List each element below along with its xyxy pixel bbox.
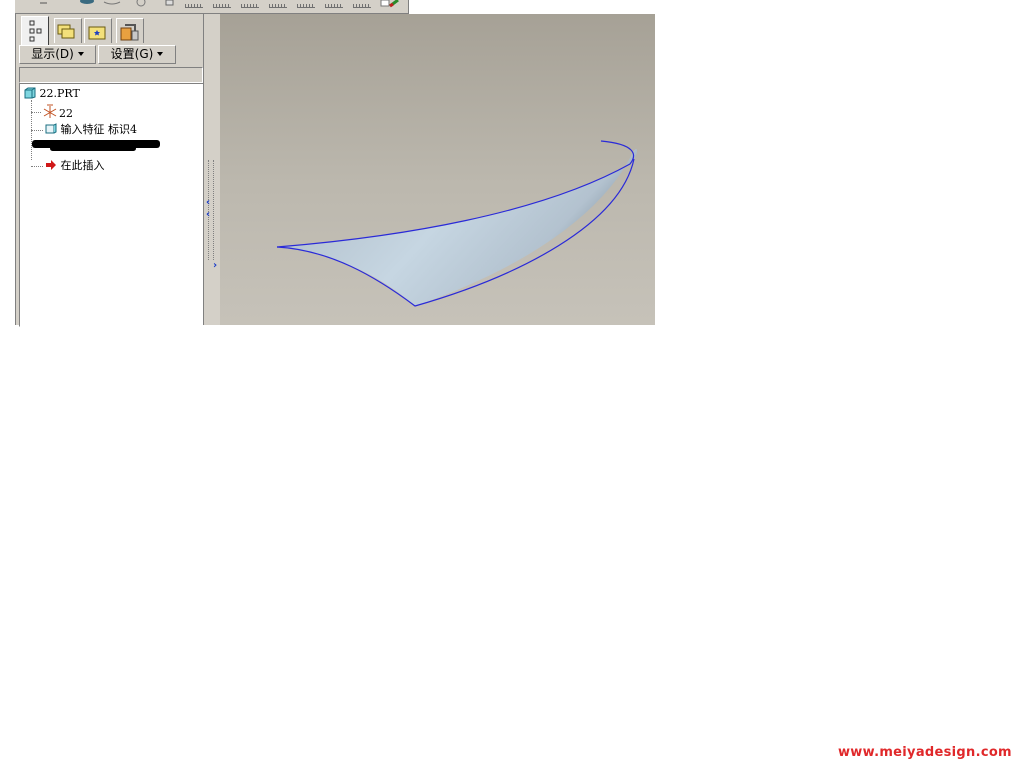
- tree-item-label: 输入特征 标识4: [60, 123, 138, 136]
- tree-root-label: 22.PRT: [39, 87, 80, 100]
- part-icon: [24, 87, 36, 99]
- insert-arrow-icon: [46, 160, 56, 170]
- tree-item-label: 22: [59, 107, 73, 120]
- panel-splitter[interactable]: ‹ ‹ ›: [203, 14, 221, 325]
- tree-header-bar: [19, 67, 203, 83]
- chevron-down-icon: [77, 52, 84, 56]
- csys-icon: [43, 104, 57, 118]
- pencil-icon[interactable]: [380, 0, 400, 8]
- collapse-icon[interactable]: ‹: [206, 197, 210, 208]
- orient-icon[interactable]: [135, 0, 147, 7]
- tab-folder-browser[interactable]: [54, 18, 82, 43]
- favorites-icon: [88, 26, 106, 40]
- tree-connector: [31, 112, 41, 113]
- tab-connections[interactable]: [116, 18, 144, 43]
- toolbar: [15, 0, 655, 14]
- ruler-icon[interactable]: [353, 0, 371, 8]
- connections-icon: [120, 24, 139, 41]
- folder-browser-icon: [57, 24, 75, 39]
- ruler-icon[interactable]: [297, 0, 315, 8]
- show-menu-button[interactable]: 显示(D): [19, 45, 96, 64]
- watermark: www.meiyadesign.com: [838, 745, 1012, 760]
- pro-engineer-window: 显示(D) 设置(G) 22.PRT 22 输入特征 标识4 在此插入 ‹ ‹ …: [0, 0, 655, 327]
- model-tree-icon: [29, 20, 42, 42]
- tab-model-tree[interactable]: [21, 16, 49, 45]
- surface-model: [276, 140, 637, 307]
- ruler-icon[interactable]: [185, 0, 203, 8]
- graphics-viewport[interactable]: [220, 14, 655, 325]
- ruler-icon[interactable]: [325, 0, 343, 8]
- tab-favorites[interactable]: [84, 18, 112, 43]
- settings-menu-button[interactable]: 设置(G): [98, 45, 176, 64]
- eye-icon[interactable]: [79, 0, 95, 6]
- expand-icon[interactable]: ›: [213, 260, 217, 271]
- model-tree[interactable]: 22.PRT 22 输入特征 标识4 在此插入: [19, 83, 205, 327]
- show-menu-label: 显示(D): [31, 47, 74, 61]
- collapse-icon[interactable]: ‹: [206, 209, 210, 220]
- ruler-icon[interactable]: [269, 0, 287, 8]
- redacted-row: [50, 146, 136, 151]
- chevron-down-icon: [157, 52, 164, 56]
- navigator-panel: 显示(D) 设置(G) 22.PRT 22 输入特征 标识4 在此插入: [15, 14, 216, 327]
- ruler-icon[interactable]: [213, 0, 231, 8]
- tree-connector: [31, 130, 43, 131]
- tree-root[interactable]: 22.PRT: [24, 86, 80, 102]
- tree-connector: [31, 166, 43, 167]
- settings-menu-label: 设置(G): [110, 47, 154, 61]
- view-icon[interactable]: [103, 0, 121, 6]
- tree-item-import-feature[interactable]: 输入特征 标识4: [45, 122, 137, 138]
- tree-item-insert-here[interactable]: 在此插入: [45, 158, 105, 174]
- toolbar-strip: [15, 0, 409, 14]
- layer-icon[interactable]: [165, 0, 175, 7]
- arrow-icon[interactable]: [39, 0, 49, 6]
- surface-body: [277, 148, 637, 306]
- import-feature-icon: [45, 123, 57, 134]
- tree-item-label: 在此插入: [60, 159, 105, 172]
- tree-item-csys[interactable]: 22: [41, 104, 73, 120]
- ruler-icon[interactable]: [241, 0, 259, 8]
